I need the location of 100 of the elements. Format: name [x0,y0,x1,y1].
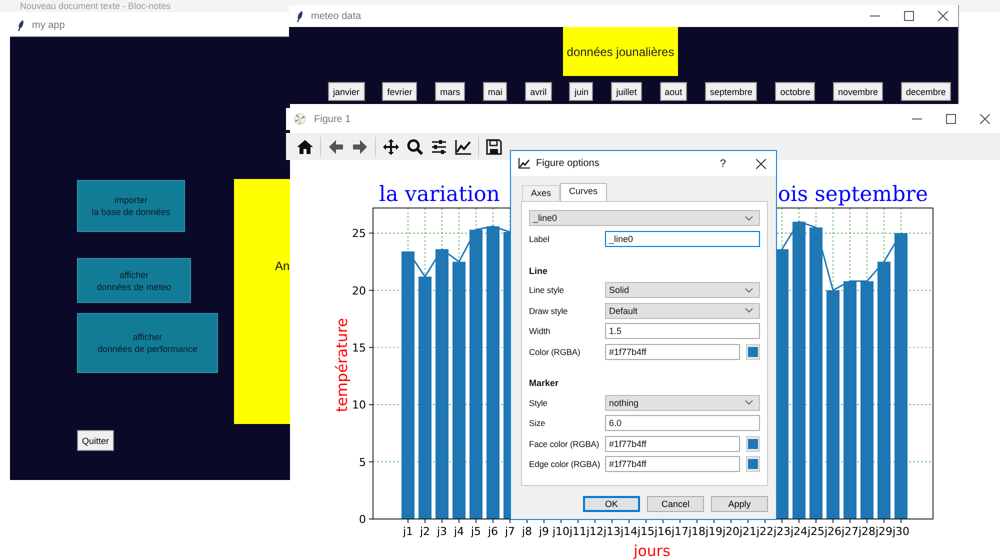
dropdown[interactable]: Solid [605,282,760,298]
quit-button[interactable]: Quitter [77,430,114,451]
input-field[interactable]: 1.5 [605,323,760,339]
x-tick-label: j15 [637,525,655,538]
x-tick-label: j10 [552,525,570,538]
month-button[interactable]: decembre [900,82,951,101]
field-label: Draw style [529,306,569,316]
home-icon[interactable] [296,138,314,156]
line-chart-icon[interactable] [454,138,472,156]
month-button[interactable]: janvier [328,82,365,101]
window-title: Nouveau document texte - Bloc-notes [20,1,171,11]
x-axis-label: jours [634,542,670,560]
caret-icon [745,216,753,220]
field-label: Line style [529,285,565,295]
month-button[interactable]: mai [482,82,508,101]
section-heading: Marker [529,378,560,388]
dialog-button[interactable]: Apply [711,496,768,512]
line-chart-icon [518,158,530,169]
dropdown[interactable]: nothing [605,394,760,410]
x-tick-label: j20 [722,525,740,538]
month-button[interactable]: octobre [775,82,816,101]
window-title: Figure 1 [314,114,352,124]
x-tick-label: j1 [402,525,414,538]
input-field[interactable]: _line0 [605,231,760,247]
month-button[interactable]: fevrier [382,82,418,101]
month-button[interactable]: juillet [611,82,642,101]
x-tick-label: j7 [504,525,516,538]
x-tick-label: j8 [522,525,532,538]
window-title: my app [32,20,66,31]
x-tick-label: j13 [603,525,621,538]
feather-icon [18,20,24,31]
y-tick-label: 20 [352,284,366,298]
field-label: Face color (RGBA) [529,438,600,448]
x-tick-label: j19 [705,525,723,538]
forward-arrow-icon[interactable] [351,138,369,156]
x-tick-label: j26 [824,525,842,538]
input-field[interactable]: #1f77b4ff [605,436,740,452]
color-swatch-button[interactable] [746,456,760,472]
app-button[interactable]: afficher données de performance [77,313,218,373]
close-icon[interactable] [980,114,990,124]
month-button[interactable]: mars [435,82,466,101]
chart-title: ois septembre [778,182,928,206]
x-tick-label: j17 [671,525,689,538]
y-tick-label: 5 [359,456,366,469]
x-tick-label: j2 [420,525,430,538]
dropdown[interactable]: Default [605,302,760,318]
x-tick-label: j18 [688,525,706,538]
maximize-icon[interactable] [904,11,914,21]
maximize-icon[interactable] [946,114,956,124]
x-tick-label: j27 [841,525,859,538]
sliders-icon[interactable] [430,138,448,156]
panel-text: An [275,259,290,273]
input-field[interactable]: 6.0 [605,415,760,431]
dropdown[interactable]: _line0 [529,210,760,226]
x-tick-label: j24 [790,525,808,538]
color-swatch-button[interactable] [746,344,760,360]
move-icon[interactable] [382,138,400,156]
month-button[interactable]: septembre [704,82,758,101]
y-tick-label: 25 [352,227,366,240]
caret-icon [745,308,753,313]
dialog-button[interactable]: Cancel [647,496,704,512]
close-icon[interactable] [756,158,766,168]
magnifier-icon[interactable] [406,138,424,156]
x-tick-label: j11 [569,525,587,538]
tab[interactable]: Curves [560,183,607,201]
month-button[interactable]: avril [525,82,552,101]
feather-icon [297,10,303,22]
x-tick-label: j23 [773,525,791,538]
pinwheel-icon [294,113,306,125]
field-label: Label [529,234,550,244]
back-arrow-icon[interactable] [327,138,345,156]
month-button[interactable]: novembre [833,82,884,101]
close-icon[interactable] [938,11,948,21]
help-button[interactable]: ? [720,158,726,170]
app-button[interactable]: afficher données de meteo [77,258,191,303]
x-tick-label: j25 [807,525,825,538]
x-tick-label: j4 [454,525,464,538]
field-label: Color (RGBA) [529,346,582,356]
x-tick-label: j14 [620,525,638,538]
window-title: meteo data [311,10,362,22]
dialog-button[interactable]: OK [583,496,640,512]
x-tick-label: j12 [586,525,604,538]
chart-title: la variation [379,182,500,206]
heading-label: données jounalières [563,27,678,76]
x-tick-label: j22 [756,525,774,538]
input-field[interactable]: #1f77b4ff [605,344,740,360]
color-swatch-button[interactable] [746,436,760,452]
x-tick-label: j28 [858,525,876,538]
save-icon[interactable] [485,138,503,156]
month-button[interactable]: juin [569,82,594,101]
x-tick-label: j16 [654,525,672,538]
field-label: Edge color (RGBA) [529,459,602,469]
app-button[interactable]: importer la base de données [77,180,185,232]
field-label: Style [529,398,548,408]
input-field[interactable]: #1f77b4ff [605,456,740,472]
y-axis-label: température [333,318,351,412]
tab[interactable]: Axes [522,185,560,201]
x-tick-label: j3 [436,525,448,538]
month-button[interactable]: aout [660,82,688,101]
field-label: Size [529,418,546,428]
